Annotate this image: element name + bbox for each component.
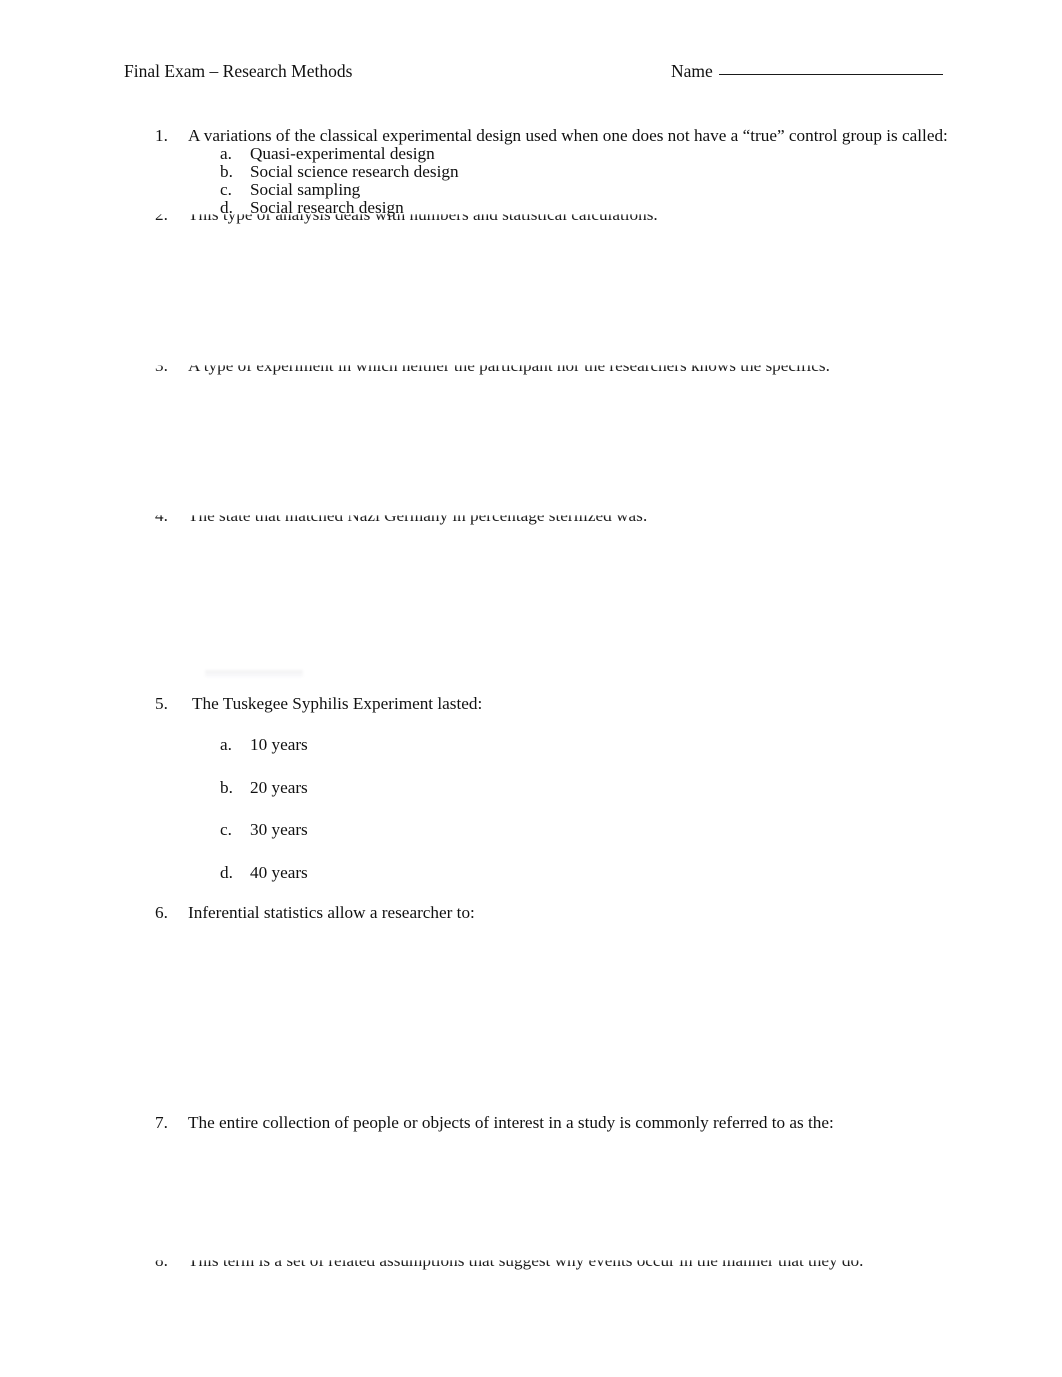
question-stem: 4. The state that matched Nazi Germany in… — [0, 515, 1062, 526]
answer-option[interactable]: d. Social research design — [0, 197, 1062, 217]
question-number: 6. — [155, 903, 168, 922]
clipped-scan-line: 2. This type of analysis deals with numbe… — [0, 214, 1062, 225]
question-text: The Tuskegee Syphilis Experiment lasted: — [192, 694, 483, 713]
clipped-scan-line: 8. This term is a set of related assumpti… — [0, 1260, 1062, 1271]
name-label: Name — [671, 61, 713, 81]
answer-option[interactable]: a. 10 years — [0, 734, 1062, 777]
scan-artifact — [205, 670, 303, 677]
question-number: 8. — [155, 1260, 168, 1270]
option-text: 20 years — [250, 778, 308, 797]
question-2: 2. This type of analysis deals with numbe… — [0, 214, 1062, 225]
answer-option[interactable]: c. Social sampling — [0, 179, 1062, 199]
question-3: 3. A type of experiment in which neither … — [0, 365, 1062, 376]
option-letter: b. — [220, 778, 233, 797]
option-letter: a. — [220, 735, 232, 754]
option-text: 40 years — [250, 863, 308, 882]
answer-option[interactable]: a. Quasi-experimental design — [0, 143, 1062, 163]
question-4: 4. The state that matched Nazi Germany in… — [0, 515, 1062, 526]
exam-title: Final Exam – Research Methods — [124, 61, 353, 81]
question-number: 3. — [155, 365, 168, 375]
answer-option[interactable]: c. 30 years — [0, 819, 1062, 862]
question-stem: 3. A type of experiment in which neither … — [0, 365, 1062, 376]
answer-option[interactable]: b. Social science research design — [0, 161, 1062, 181]
document-page: Final Exam – Research Methods Name 1. A v… — [0, 0, 1062, 1377]
question-text: This term is a set of related assumption… — [188, 1260, 864, 1270]
question-text: This type of analysis deals with numbers… — [188, 214, 658, 224]
name-field: Name — [671, 60, 943, 82]
option-text: 30 years — [250, 820, 308, 839]
option-letter: d. — [220, 863, 233, 882]
clipped-scan-line: 4. The state that matched Nazi Germany in… — [0, 515, 1062, 526]
question-8: 8. This term is a set of related assumpti… — [0, 1260, 1062, 1271]
option-text: 10 years — [250, 735, 308, 754]
option-letter: c. — [220, 820, 232, 839]
answer-option[interactable]: d. 40 years — [0, 862, 1062, 905]
question-number: 7. — [155, 1113, 168, 1132]
clipped-scan-line: 3. A type of experiment in which neither … — [0, 365, 1062, 376]
question-text: The state that matched Nazi Germany in p… — [188, 515, 648, 525]
question-stem: 8. This term is a set of related assumpti… — [0, 1260, 1062, 1271]
question-stem: 2. This type of analysis deals with numbe… — [0, 214, 1062, 225]
question-number: 2. — [155, 214, 168, 224]
answer-option[interactable]: b. 20 years — [0, 777, 1062, 820]
question-number: 5. — [155, 694, 168, 713]
question-text: Inferential statistics allow a researche… — [188, 903, 475, 922]
page-header: Final Exam – Research Methods Name — [0, 60, 1062, 86]
question-text: A type of experiment in which neither th… — [188, 365, 830, 375]
question-number: 4. — [155, 515, 168, 525]
question-text: The entire collection of people or objec… — [188, 1113, 834, 1132]
name-write-in-line[interactable] — [718, 74, 943, 75]
